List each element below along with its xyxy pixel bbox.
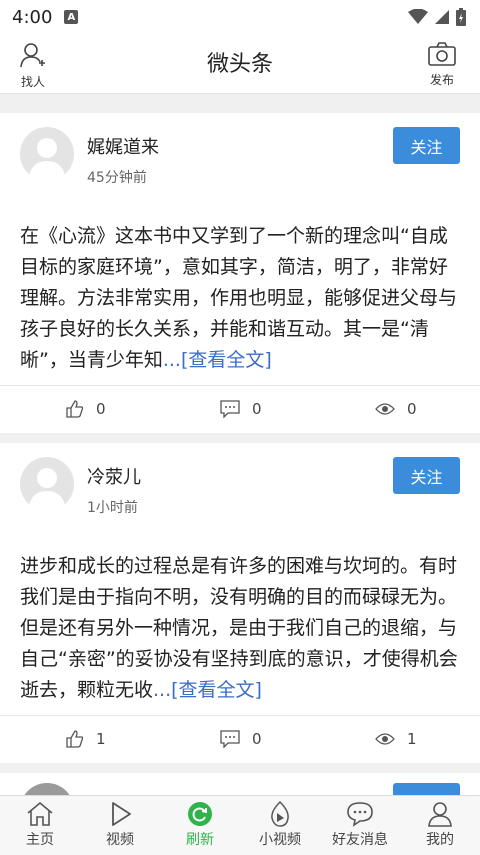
cell-signal-icon [435, 10, 449, 24]
post-time: 1小时前 [87, 500, 138, 516]
tab-me[interactable]: 我的 [400, 796, 480, 855]
like-button[interactable]: 1 [66, 715, 106, 763]
thumbs-up-icon [66, 730, 84, 748]
short-video-icon [271, 801, 289, 827]
tab-home-label: 主页 [26, 832, 54, 848]
view-count: 0 [407, 400, 417, 418]
battery-icon [456, 8, 466, 26]
chat-bubble-icon [347, 802, 373, 827]
bottom-tab-bar: 主页 视频 刷新 小视频 好友消息 我的 [0, 795, 480, 855]
refresh-icon [188, 802, 212, 826]
comment-count: 0 [252, 400, 262, 418]
tab-friend-messages-label: 好友消息 [332, 832, 388, 848]
post-time: 45分钟前 [87, 170, 147, 186]
eye-icon [375, 403, 395, 415]
person-icon [428, 802, 452, 827]
feed-list[interactable]: 娓娓道来 45分钟前 关注 在《心流》这本书中又学到了一个新的理念叫“自成目标的… [0, 95, 480, 795]
tab-video-label: 视频 [106, 832, 134, 848]
comment-icon [220, 730, 240, 748]
wifi-icon [408, 9, 428, 24]
like-count: 0 [96, 400, 106, 418]
post-card[interactable]: 娓娓道来 45分钟前 关注 在《心流》这本书中又学到了一个新的理念叫“自成目标的… [0, 113, 480, 433]
author-name[interactable]: 娓娓道来 [87, 133, 159, 159]
author-name[interactable]: 冷荥儿 [87, 463, 141, 489]
read-more-link[interactable]: ...[查看全文] [163, 349, 272, 371]
tab-short-video[interactable]: 小视频 [240, 796, 320, 855]
publish-button[interactable]: 发布 [416, 42, 468, 88]
read-more-link[interactable]: ...[查看全文] [153, 679, 262, 701]
post-stats: 0 0 0 [0, 385, 480, 433]
eye-icon [375, 733, 395, 745]
default-avatar-icon [28, 138, 66, 181]
follow-button[interactable]: 关注 [393, 127, 460, 164]
post-card[interactable]: 关注 [0, 773, 480, 795]
status-icons [408, 8, 466, 26]
views-indicator: 0 [375, 385, 417, 433]
notification-a-icon: A [64, 10, 79, 24]
comment-button[interactable]: 0 [220, 715, 262, 763]
top-header: 找人 微头条 发布 [0, 34, 480, 94]
publish-label: 发布 [429, 73, 454, 87]
follow-button[interactable]: 关注 [393, 457, 460, 494]
post-content[interactable]: 在《心流》这本书中又学到了一个新的理念叫“自成目标的家庭环境”，意如其字，简洁，… [20, 221, 462, 376]
tab-friend-messages[interactable]: 好友消息 [320, 796, 400, 855]
comment-icon [220, 400, 240, 418]
post-content[interactable]: 进步和成长的过程总是有许多的困难与坎坷的。有时我们是由于指向不明，没有明确的目的… [20, 551, 462, 706]
avatar[interactable] [20, 127, 74, 181]
thumbs-up-icon [66, 400, 84, 418]
like-count: 1 [96, 730, 106, 748]
tab-video[interactable]: 视频 [80, 796, 160, 855]
status-time: 4:00 [12, 6, 53, 28]
play-icon [112, 802, 131, 826]
views-indicator: 1 [375, 715, 417, 763]
tab-refresh-label: 刷新 [186, 832, 214, 848]
post-stats: 1 0 1 [0, 715, 480, 763]
post-card[interactable]: 冷荥儿 1小时前 关注 进步和成长的过程总是有许多的困难与坎坷的。有时我们是由于… [0, 443, 480, 763]
like-button[interactable]: 0 [66, 385, 106, 433]
tab-me-label: 我的 [426, 832, 454, 848]
avatar[interactable] [20, 783, 74, 795]
comment-button[interactable]: 0 [220, 385, 262, 433]
page-title: 微头条 [206, 52, 273, 77]
tab-short-video-label: 小视频 [259, 832, 301, 848]
comment-count: 0 [252, 730, 262, 748]
camera-icon [428, 42, 456, 66]
avatar[interactable] [20, 457, 74, 511]
default-avatar-icon [28, 468, 66, 511]
tab-refresh[interactable]: 刷新 [160, 796, 240, 855]
tab-home[interactable]: 主页 [0, 796, 80, 855]
follow-button[interactable]: 关注 [393, 783, 460, 795]
view-count: 1 [407, 730, 417, 748]
status-bar: 4:00 A [0, 0, 480, 34]
home-icon [27, 801, 53, 826]
